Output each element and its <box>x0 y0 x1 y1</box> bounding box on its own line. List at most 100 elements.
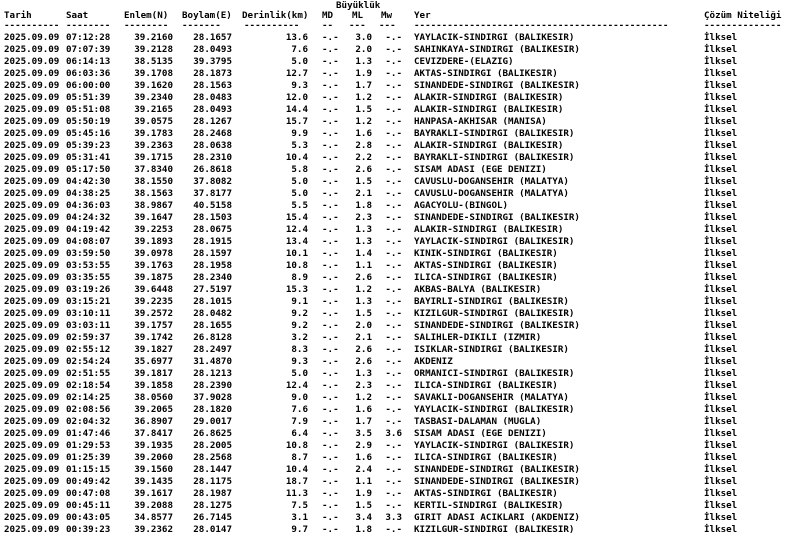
cell-location: YAYLACIK-SINDIRGI (BALIKESIR) <box>414 440 575 451</box>
cell-depth: 7.9 <box>291 416 308 427</box>
table-row: 2025.09.09 01:25:39 39.2060 28.2568 8.7 -.- 1.… <box>0 452 800 464</box>
table-row: 2025.09.09 00:43:05 34.8577 26.7145 3.1 -.- 3.… <box>0 512 800 524</box>
cell-date: 2025.09.09 <box>4 464 60 475</box>
cell-mw: -.- <box>385 68 402 79</box>
cell-md: -.- <box>322 44 339 55</box>
cell-date: 2025.09.09 <box>4 452 60 463</box>
cell-md: -.- <box>322 236 339 247</box>
cell-lat: 38.1563 <box>134 188 173 199</box>
dash-mw: --- <box>379 20 396 31</box>
cell-location: SINANDEDE-SINDIRGI (BALIKESIR) <box>414 320 580 331</box>
table-row: 2025.09.09 04:24:32 39.1647 28.1503 15.4 -.- 2… <box>0 212 800 224</box>
cell-date: 2025.09.09 <box>4 272 60 283</box>
cell-location: AKTAS-SINDIRGI (BALIKESIR) <box>414 488 558 499</box>
cell-md: -.- <box>322 116 339 127</box>
cell-time: 06:14:13 <box>66 56 111 67</box>
cell-date: 2025.09.09 <box>4 224 60 235</box>
table-row: 2025.09.09 05:50:19 39.0575 28.1267 15.7 -.- 1… <box>0 116 800 128</box>
cell-lon: 28.1958 <box>193 260 232 271</box>
cell-md: -.- <box>322 284 339 295</box>
cell-solution: İlksel <box>704 308 738 319</box>
cell-mw: -.- <box>385 320 402 331</box>
cell-lon: 28.1563 <box>193 80 232 91</box>
cell-lat: 39.2160 <box>134 32 173 43</box>
cell-ml: 1.8 <box>355 524 372 535</box>
cell-time: 05:39:23 <box>66 140 111 151</box>
cell-date: 2025.09.09 <box>4 512 60 523</box>
cell-solution: İlksel <box>704 320 738 331</box>
dash-solution: -------------- <box>704 20 782 31</box>
cell-date: 2025.09.09 <box>4 404 60 415</box>
cell-date: 2025.09.09 <box>4 488 60 499</box>
cell-mw: -.- <box>385 188 402 199</box>
cell-depth: 10.8 <box>285 260 308 271</box>
cell-lat: 39.2253 <box>134 224 173 235</box>
dash-date: ---------- <box>4 20 60 31</box>
cell-md: -.- <box>322 500 339 511</box>
cell-ml: 1.1 <box>355 476 372 487</box>
cell-lat: 34.8577 <box>134 512 173 523</box>
cell-date: 2025.09.09 <box>4 296 60 307</box>
cell-ml: 1.2 <box>355 116 372 127</box>
cell-ml: 1.9 <box>355 68 372 79</box>
cell-ml: 2.6 <box>355 356 372 367</box>
cell-mw: -.- <box>385 80 402 91</box>
cell-md: -.- <box>322 344 339 355</box>
cell-ml: 1.6 <box>355 128 372 139</box>
cell-solution: İlksel <box>704 248 738 259</box>
cell-location: GIRIT ADASI ACIKLARI (AKDENIZ) <box>414 512 580 523</box>
cell-md: -.- <box>322 128 339 139</box>
cell-time: 07:07:39 <box>66 44 111 55</box>
cell-ml: 1.8 <box>355 200 372 211</box>
cell-lon: 40.5158 <box>193 200 232 211</box>
cell-mw: -.- <box>385 284 402 295</box>
table-row: 2025.09.09 00:47:08 39.1617 28.1987 11.3 -.- 1… <box>0 488 800 500</box>
cell-solution: İlksel <box>704 500 738 511</box>
table-row: 2025.09.09 06:03:36 39.1708 28.1873 12.7 -.- 1… <box>0 68 800 80</box>
cell-mw: -.- <box>385 200 402 211</box>
cell-location: AKTAS-SINDIRGI (BALIKESIR) <box>414 260 558 271</box>
cell-ml: 1.5 <box>355 500 372 511</box>
cell-ml: 3.5 <box>355 428 372 439</box>
cell-mw: -.- <box>385 500 402 511</box>
cell-mw: -.- <box>385 416 402 427</box>
cell-lat: 39.2235 <box>134 296 173 307</box>
cell-lon: 28.1873 <box>193 68 232 79</box>
cell-md: -.- <box>322 464 339 475</box>
cell-mw: 3.6 <box>385 428 402 439</box>
cell-date: 2025.09.09 <box>4 116 60 127</box>
cell-solution: İlksel <box>704 404 738 415</box>
cell-depth: 9.9 <box>291 128 308 139</box>
cell-date: 2025.09.09 <box>4 92 60 103</box>
table-row: 2025.09.09 03:53:55 39.1763 28.1958 10.8 -.- 1… <box>0 260 800 272</box>
cell-md: -.- <box>322 152 339 163</box>
cell-md: -.- <box>322 392 339 403</box>
cell-solution: İlksel <box>704 128 738 139</box>
cell-time: 00:43:05 <box>66 512 111 523</box>
cell-mw: -.- <box>385 380 402 391</box>
cell-mw: -.- <box>385 212 402 223</box>
table-row: 2025.09.09 01:29:53 39.1935 28.2005 10.8 -.- 2… <box>0 440 800 452</box>
cell-time: 03:15:21 <box>66 296 111 307</box>
cell-md: -.- <box>322 188 339 199</box>
cell-solution: İlksel <box>704 464 738 475</box>
cell-lon: 28.2497 <box>193 344 232 355</box>
cell-lon: 26.8618 <box>193 164 232 175</box>
cell-depth: 10.4 <box>285 152 308 163</box>
cell-solution: İlksel <box>704 332 738 343</box>
cell-lat: 39.1827 <box>134 344 173 355</box>
cell-solution: İlksel <box>704 152 738 163</box>
cell-lon: 28.2005 <box>193 440 232 451</box>
cell-date: 2025.09.09 <box>4 260 60 271</box>
cell-date: 2025.09.09 <box>4 200 60 211</box>
cell-lat: 39.1617 <box>134 488 173 499</box>
cell-time: 02:54:24 <box>66 356 111 367</box>
cell-time: 02:04:32 <box>66 416 111 427</box>
cell-date: 2025.09.09 <box>4 236 60 247</box>
cell-mw: -.- <box>385 140 402 151</box>
cell-date: 2025.09.09 <box>4 476 60 487</box>
cell-ml: 1.3 <box>355 236 372 247</box>
cell-lon: 28.2390 <box>193 380 232 391</box>
cell-solution: İlksel <box>704 164 738 175</box>
cell-location: ILICA-SINDIRGI (BALIKESIR) <box>414 272 558 283</box>
